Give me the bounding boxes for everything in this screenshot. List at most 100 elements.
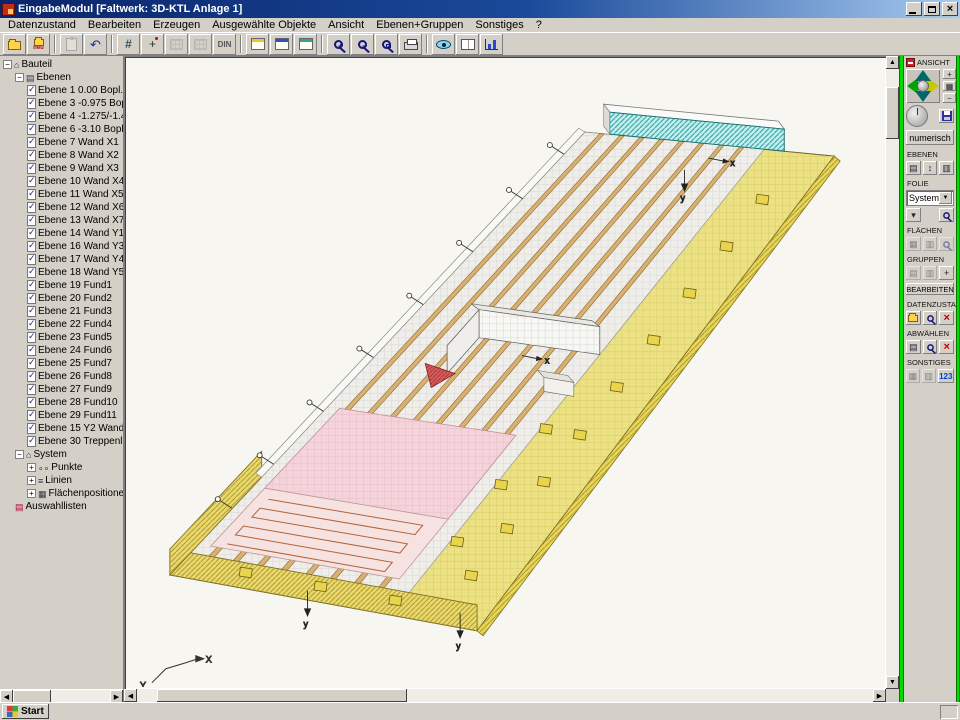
menu-item-sonstiges[interactable]: Sonstiges: [469, 18, 529, 33]
layer-check-icon[interactable]: [27, 371, 36, 382]
layer-check-icon[interactable]: [27, 410, 36, 421]
tree-node-ebene[interactable]: Ebene 23 Fund5: [2, 331, 123, 344]
view-zoom-minus-button[interactable]: −: [943, 93, 956, 103]
tree-node-ebenen[interactable]: −▤Ebenen: [2, 71, 123, 84]
scrollbar-thumb[interactable]: [886, 87, 899, 139]
layer-check-icon[interactable]: [27, 280, 36, 291]
expander-icon[interactable]: +: [27, 463, 36, 472]
tree-node-ebene[interactable]: Ebene 30 Treppenl: [2, 435, 123, 448]
tree-node-ebene[interactable]: Ebene 15 Y2 Wand 1: [2, 422, 123, 435]
datenzustand-folder-button[interactable]: [906, 311, 921, 325]
layer-check-icon[interactable]: [27, 384, 36, 395]
menu-item-ausgewaehlte-objekte[interactable]: Ausgewählte Objekte: [206, 18, 322, 33]
raster-button[interactable]: #: [117, 34, 140, 55]
tree-node-ebene[interactable]: Ebene 18 Wand Y5: [2, 266, 123, 279]
folie-select[interactable]: System ▼: [906, 190, 954, 206]
tree-node-system[interactable]: −⌂System: [2, 448, 123, 461]
minimize-button[interactable]: [906, 2, 922, 16]
gruppen-list-button[interactable]: ▤: [906, 266, 921, 280]
tree-node-ebene[interactable]: Ebene 10 Wand X4: [2, 175, 123, 188]
viewport-vertical-scrollbar[interactable]: ▲ ▼: [886, 56, 899, 689]
datenzustand-delete-button[interactable]: ×: [939, 311, 954, 325]
model-scene[interactable]: x x y y y X Y: [124, 56, 886, 689]
tree-node-ebene[interactable]: Ebene 21 Fund3: [2, 305, 123, 318]
tree-node-ebene[interactable]: Ebene 25 Fund7: [2, 357, 123, 370]
scroll-right-button[interactable]: ▶: [873, 689, 886, 702]
scroll-right-button[interactable]: ▶: [110, 690, 123, 702]
layer-check-icon[interactable]: [27, 293, 36, 304]
compass-hub[interactable]: [917, 80, 929, 92]
layer-check-icon[interactable]: [27, 423, 36, 434]
tree-node-ebene[interactable]: Ebene 9 Wand X3: [2, 162, 123, 175]
start-button[interactable]: Start: [2, 704, 49, 719]
layer-check-icon[interactable]: [27, 267, 36, 278]
layer-check-icon[interactable]: [27, 397, 36, 408]
print-button[interactable]: [399, 34, 422, 55]
gruppen-add-button[interactable]: +: [939, 266, 954, 280]
rotation-dial[interactable]: [906, 105, 928, 127]
expander-icon[interactable]: −: [15, 73, 24, 82]
layer-check-icon[interactable]: [27, 215, 36, 226]
menu-item-erzeugen[interactable]: Erzeugen: [147, 18, 206, 33]
abwaehlen-zoom-button[interactable]: [923, 340, 938, 354]
scroll-up-button[interactable]: ▲: [886, 56, 899, 69]
layer-check-icon[interactable]: [27, 98, 36, 109]
menu-item-ansicht[interactable]: Ansicht: [322, 18, 370, 33]
fang-button[interactable]: +: [141, 34, 164, 55]
scroll-left-button[interactable]: ◀: [124, 689, 137, 702]
view-numeric-window-button[interactable]: [270, 34, 293, 55]
layer-check-icon[interactable]: [27, 436, 36, 447]
statistics-button[interactable]: [480, 34, 503, 55]
view-cube-button[interactable]: ▦: [943, 81, 956, 91]
maximize-button[interactable]: [924, 2, 940, 16]
layer-check-icon[interactable]: [27, 202, 36, 213]
menu-item-ebenen-gruppen[interactable]: Ebenen+Gruppen: [370, 18, 469, 33]
tree-node-bauteil[interactable]: −⌂Bauteil: [2, 58, 123, 71]
flaechen-edit-button[interactable]: ▥: [923, 237, 938, 251]
tree-node-ebene[interactable]: Ebene 12 Wand X6: [2, 201, 123, 214]
layer-check-icon[interactable]: [27, 163, 36, 174]
layer-check-icon[interactable]: [27, 254, 36, 265]
tree-node-ebene[interactable]: Ebene 29 Fund11: [2, 409, 123, 422]
zoom-in-button[interactable]: +: [327, 34, 350, 55]
close-button[interactable]: ×: [942, 2, 958, 16]
ebenen-list-button[interactable]: ▥: [939, 161, 954, 175]
zoom-window-button[interactable]: [375, 34, 398, 55]
mesh-tool-button[interactable]: [165, 34, 188, 55]
tree-node-ebene[interactable]: Ebene 7 Wand X1: [2, 136, 123, 149]
viewport-horizontal-scrollbar[interactable]: ◀ ▶: [124, 689, 886, 702]
scrollbar-thumb[interactable]: [157, 689, 407, 702]
folie-dropdown-button[interactable]: ▾: [906, 208, 921, 222]
abwaehlen-all-button[interactable]: ▤: [906, 340, 921, 354]
layer-check-icon[interactable]: [27, 85, 36, 96]
tree-node-ebene[interactable]: Ebene 1 0.00 Bopl.: [2, 84, 123, 97]
view-compass[interactable]: [906, 69, 940, 103]
zoom-out-button[interactable]: −: [351, 34, 374, 55]
view-window-button[interactable]: [246, 34, 269, 55]
undo-button[interactable]: ↶: [84, 34, 107, 55]
rotate-down-icon[interactable]: [915, 91, 931, 102]
view-3d-window-button[interactable]: [294, 34, 317, 55]
layer-check-icon[interactable]: [27, 176, 36, 187]
tree-node-ebene[interactable]: Ebene 16 Wand Y3: [2, 240, 123, 253]
scroll-down-button[interactable]: ▼: [886, 676, 899, 689]
datenzustand-zoom-button[interactable]: [923, 311, 938, 325]
layer-check-icon[interactable]: [27, 150, 36, 161]
load-datenzustand-button[interactable]: [3, 34, 26, 55]
menu-item-bearbeiten[interactable]: Bearbeiten: [82, 18, 147, 33]
tree-node-ebene[interactable]: Ebene 26 Fund8: [2, 370, 123, 383]
layer-check-icon[interactable]: [27, 189, 36, 200]
tree-node-ebene[interactable]: Ebene 3 -0.975 Bop: [2, 97, 123, 110]
tree-node-ebene[interactable]: Ebene 20 Fund2: [2, 292, 123, 305]
layer-check-icon[interactable]: [27, 241, 36, 252]
din-button[interactable]: DIN: [213, 34, 236, 55]
folie-zoom-button[interactable]: [939, 208, 954, 222]
tree-node-ebene[interactable]: Ebene 27 Fund9: [2, 383, 123, 396]
layer-check-icon[interactable]: [27, 111, 36, 122]
mesh-tool2-button[interactable]: [189, 34, 212, 55]
tree-node-ebene[interactable]: Ebene 28 Fund10: [2, 396, 123, 409]
sonstiges-list-button[interactable]: ▥: [922, 369, 936, 383]
expander-icon[interactable]: −: [15, 450, 24, 459]
flaechen-zoom-button[interactable]: [939, 237, 954, 251]
view-save-button[interactable]: [939, 109, 954, 123]
